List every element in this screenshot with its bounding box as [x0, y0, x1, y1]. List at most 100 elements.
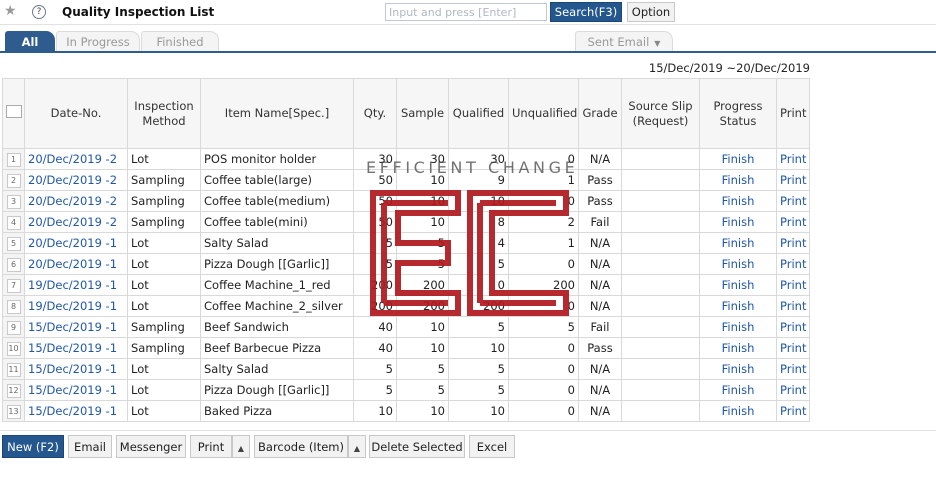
print-link[interactable]: Print: [776, 400, 810, 422]
col-inspection-method[interactable]: Inspection Method: [127, 78, 201, 149]
date-no-link[interactable]: 15/Dec/2019 -1: [24, 379, 128, 401]
print-link[interactable]: Print: [776, 253, 810, 275]
date-no-link[interactable]: 20/Dec/2019 -1: [24, 253, 128, 275]
col-progress-status[interactable]: Progress Status: [699, 78, 777, 149]
progress-status-link[interactable]: Finish: [699, 337, 777, 359]
table-row[interactable]: 1 20/Dec/2019 -2 Lot POS monitor holder 30 30…: [2, 148, 810, 170]
table-row[interactable]: 10 15/Dec/2019 -1 Sampling Beef Barbecue Pi…: [2, 337, 810, 359]
table-row[interactable]: 4 20/Dec/2019 -2 Sampling Coffee table(mini…: [2, 211, 810, 233]
col-source-slip[interactable]: Source Slip (Request): [621, 78, 700, 149]
progress-status-link[interactable]: Finish: [699, 190, 777, 212]
date-no-link[interactable]: 15/Dec/2019 -1: [24, 400, 128, 422]
row-number-cell[interactable]: 8: [2, 295, 25, 317]
print-link[interactable]: Print: [776, 358, 810, 380]
table-row[interactable]: 13 15/Dec/2019 -1 Lot Baked Pizza 10 10 10 0 N/A…: [2, 400, 810, 422]
table-row[interactable]: 8 19/Dec/2019 -1 Lot Coffee Machine_2_silve…: [2, 295, 810, 317]
search-button[interactable]: Search(F3): [550, 2, 622, 22]
table-row[interactable]: 11 15/Dec/2019 -1 Lot Salty Salad 5 5 5 0 N/A Fin…: [2, 358, 810, 380]
date-no-link[interactable]: 20/Dec/2019 -1: [24, 232, 128, 254]
select-all-header[interactable]: [2, 78, 25, 149]
row-number-cell[interactable]: 6: [2, 253, 25, 275]
row-number[interactable]: 3: [6, 195, 21, 209]
print-link[interactable]: Print: [776, 169, 810, 191]
row-number-cell[interactable]: 11: [2, 358, 25, 380]
row-number-cell[interactable]: 4: [2, 211, 25, 233]
date-no-link[interactable]: 19/Dec/2019 -1: [24, 274, 128, 296]
row-number[interactable]: 11: [6, 363, 21, 377]
print-link[interactable]: Print: [776, 232, 810, 254]
new-button[interactable]: New (F2): [2, 435, 64, 458]
table-row[interactable]: 12 15/Dec/2019 -1 Lot Pizza Dough [[Garlic]…: [2, 379, 810, 401]
row-number[interactable]: 13: [6, 405, 21, 419]
col-item-name[interactable]: Item Name[Spec.]: [200, 78, 354, 149]
row-number-cell[interactable]: 13: [2, 400, 25, 422]
row-number[interactable]: 9: [6, 321, 21, 335]
date-no-link[interactable]: 15/Dec/2019 -1: [24, 358, 128, 380]
col-unqualified[interactable]: Unqualified: [508, 78, 579, 149]
progress-status-link[interactable]: Finish: [699, 232, 777, 254]
progress-status-link[interactable]: Finish: [699, 274, 777, 296]
excel-button[interactable]: Excel: [469, 435, 515, 458]
row-number[interactable]: 5: [6, 237, 21, 251]
barcode-button[interactable]: Barcode (Item): [254, 435, 348, 458]
progress-status-link[interactable]: Finish: [699, 379, 777, 401]
messenger-button[interactable]: Messenger: [116, 435, 186, 458]
row-number-cell[interactable]: 10: [2, 337, 25, 359]
search-input[interactable]: [385, 3, 547, 21]
progress-status-link[interactable]: Finish: [699, 148, 777, 170]
star-icon[interactable]: ★: [4, 3, 17, 19]
progress-status-link[interactable]: Finish: [699, 295, 777, 317]
table-row[interactable]: 2 20/Dec/2019 -2 Sampling Coffee table(larg…: [2, 169, 810, 191]
col-qty[interactable]: Qty.: [353, 78, 397, 149]
row-number-cell[interactable]: 7: [2, 274, 25, 296]
help-icon[interactable]: ?: [32, 5, 46, 19]
progress-status-link[interactable]: Finish: [699, 358, 777, 380]
delete-selected-button[interactable]: Delete Selected: [369, 435, 465, 458]
option-button[interactable]: Option: [627, 2, 675, 22]
col-grade[interactable]: Grade: [578, 78, 622, 149]
row-number[interactable]: 10: [6, 342, 21, 356]
print-link[interactable]: Print: [776, 211, 810, 233]
table-row[interactable]: 5 20/Dec/2019 -1 Lot Salty Salad 5 5 4 1 N/A Fini…: [2, 232, 810, 254]
print-button[interactable]: Print: [190, 435, 232, 458]
row-number-cell[interactable]: 2: [2, 169, 25, 191]
email-button[interactable]: Email: [68, 435, 112, 458]
print-link[interactable]: Print: [776, 190, 810, 212]
row-number[interactable]: 7: [6, 279, 21, 293]
row-number-cell[interactable]: 1: [2, 148, 25, 170]
table-row[interactable]: 9 15/Dec/2019 -1 Sampling Beef Sandwich 40 10…: [2, 316, 810, 338]
table-row[interactable]: 7 19/Dec/2019 -1 Lot Coffee Machine_1_red 20…: [2, 274, 810, 296]
table-row[interactable]: 6 20/Dec/2019 -1 Lot Pizza Dough [[Garlic]]…: [2, 253, 810, 275]
print-link[interactable]: Print: [776, 295, 810, 317]
print-link[interactable]: Print: [776, 337, 810, 359]
progress-status-link[interactable]: Finish: [699, 400, 777, 422]
row-number[interactable]: 1: [6, 153, 21, 167]
col-sample[interactable]: Sample: [396, 78, 449, 149]
table-row[interactable]: 3 20/Dec/2019 -2 Sampling Coffee table(medi…: [2, 190, 810, 212]
progress-status-link[interactable]: Finish: [699, 253, 777, 275]
print-link[interactable]: Print: [776, 316, 810, 338]
date-no-link[interactable]: 20/Dec/2019 -2: [24, 211, 128, 233]
row-number-cell[interactable]: 9: [2, 316, 25, 338]
col-print[interactable]: Print: [776, 78, 810, 149]
print-link[interactable]: Print: [776, 379, 810, 401]
date-no-link[interactable]: 20/Dec/2019 -2: [24, 148, 128, 170]
date-no-link[interactable]: 20/Dec/2019 -2: [24, 190, 128, 212]
progress-status-link[interactable]: Finish: [699, 211, 777, 233]
tab-all[interactable]: All: [5, 31, 55, 51]
barcode-menu-button[interactable]: ▲: [348, 435, 366, 458]
row-number-cell[interactable]: 5: [2, 232, 25, 254]
row-number[interactable]: 2: [6, 174, 21, 188]
select-all-checkbox[interactable]: [6, 105, 22, 118]
tab-finished[interactable]: Finished: [141, 31, 219, 51]
print-link[interactable]: Print: [776, 148, 810, 170]
date-no-link[interactable]: 15/Dec/2019 -1: [24, 337, 128, 359]
row-number[interactable]: 8: [6, 300, 21, 314]
print-menu-button[interactable]: ▲: [232, 435, 250, 458]
progress-status-link[interactable]: Finish: [699, 316, 777, 338]
row-number[interactable]: 6: [6, 258, 21, 272]
col-qualified[interactable]: Qualified: [448, 78, 509, 149]
date-no-link[interactable]: 19/Dec/2019 -1: [24, 295, 128, 317]
tab-sent-email[interactable]: Sent Email ▼: [575, 31, 673, 51]
row-number[interactable]: 4: [6, 216, 21, 230]
